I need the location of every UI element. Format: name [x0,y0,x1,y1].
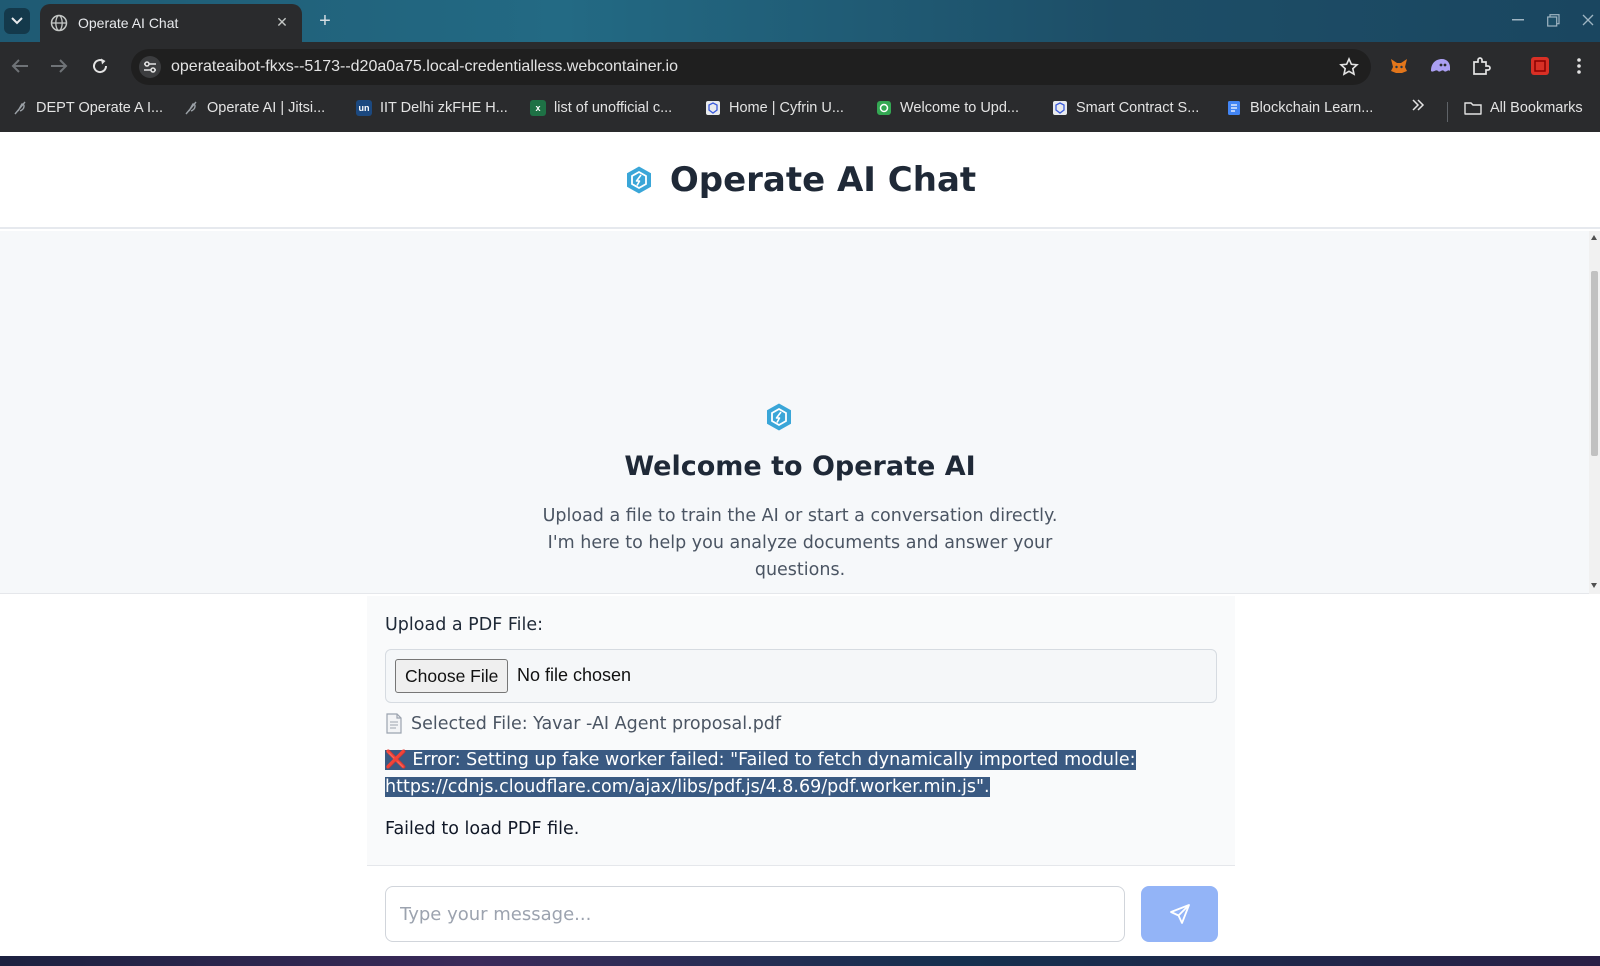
browser-tab-active[interactable]: Operate AI Chat ✕ [40,4,302,42]
bookmark-item[interactable]: Home | Cyfrin U... [705,100,844,116]
address-bar[interactable]: operateaibot-fkxs--5173--d20a0a75.local-… [131,49,1371,85]
bookmarks-divider [1447,102,1448,122]
app-header: Operate AI Chat [0,132,1600,229]
forward-arrow-icon[interactable] [47,54,71,78]
bookmark-label: IIT Delhi zkFHE H... [380,100,508,116]
bookmark-item[interactable]: un IIT Delhi zkFHE H... [356,100,508,116]
send-icon [1169,904,1190,924]
tab-title: Operate AI Chat [78,15,179,31]
bookmark-item[interactable]: Welcome to Upd... [876,100,1019,116]
back-arrow-icon[interactable] [8,54,32,78]
error-x-icon: ❌ [385,750,407,770]
bookmark-label: DEPT Operate A I... [36,100,164,116]
globe-icon [50,14,68,32]
bookmark-label: Smart Contract S... [1076,100,1200,116]
app-title: Operate AI Chat [669,159,977,200]
restore-icon[interactable] [1541,10,1565,30]
chevron-down-icon [11,17,23,25]
choose-file-button[interactable]: Choose File [395,659,509,693]
failed-load-text: Failed to load PDF file. [385,819,580,839]
bookmark-item[interactable]: x list of unofficial c... [530,100,672,116]
extensions-puzzle-icon[interactable] [1470,55,1492,77]
bookmark-item[interactable]: Operate AI | Jitsi... [183,100,325,116]
send-button[interactable] [1141,886,1218,942]
app-page: Operate AI Chat Welcome to Operate AI Up… [0,132,1600,956]
feather-icon [185,101,197,115]
bookmark-item[interactable]: Blockchain Learn... [1226,100,1373,116]
bookmark-label: Home | Cyfrin U... [729,100,844,116]
browser-toolbar: operateaibot-fkxs--5173--d20a0a75.local-… [0,42,1600,90]
bookmark-label: Operate AI | Jitsi... [207,100,326,116]
scroll-down-arrow-icon[interactable] [1591,583,1597,588]
feather-icon [14,101,26,115]
updraft-icon [877,101,891,115]
bookmark-label: list of unofficial c... [554,100,673,116]
minimize-icon[interactable] [1506,10,1530,30]
welcome-text: Upload a file to train the AI or start a… [542,506,1058,580]
cyfrin-icon [1053,101,1067,115]
metamask-icon[interactable] [1388,55,1410,77]
all-bookmarks-button[interactable]: All Bookmarks [1464,100,1583,116]
new-tab-button[interactable]: + [312,8,338,34]
chat-scrollbar[interactable] [1589,231,1600,594]
pdf-extension-icon[interactable] [1529,55,1551,77]
desktop-taskbar [0,956,1600,966]
bookmark-label: Welcome to Upd... [900,100,1020,116]
scroll-up-arrow-icon[interactable] [1591,235,1597,240]
chat-messages-area: Welcome to Operate AI Upload a file to t… [0,231,1600,594]
scrollbar-thumb[interactable] [1591,271,1598,456]
all-bookmarks-label: All Bookmarks [1490,100,1583,116]
error-message: ❌ Error: Setting up fake worker failed: … [385,747,1145,801]
operate-ai-logo-icon [767,403,791,431]
more-menu-icon[interactable] [1568,55,1590,77]
message-input[interactable] [385,886,1125,942]
message-input-row [367,865,1235,956]
docs-icon [1228,101,1240,115]
error-text: Error: Setting up fake worker failed: "F… [385,750,1136,797]
bookmark-label: Blockchain Learn... [1250,100,1374,116]
ghost-extension-icon[interactable] [1429,55,1451,77]
no-file-text: No file chosen [517,665,632,685]
cyfrin-icon [706,101,720,115]
tab-search-button[interactable] [4,8,30,34]
welcome-title: Welcome to Operate AI [624,451,976,482]
upload-panel: Upload a PDF File: Choose File No file c… [367,596,1235,865]
bookmarks-bar: DEPT Operate A I... Operate AI | Jitsi..… [0,90,1600,132]
bookmark-star-icon[interactable] [1339,57,1359,77]
selected-file-text: Selected File: Yavar -AI Agent proposal.… [411,713,782,734]
more-bookmarks-chevron-icon[interactable] [1411,99,1425,111]
bookmark-item[interactable]: DEPT Operate A I... [12,100,163,116]
close-tab-icon[interactable]: ✕ [272,13,292,33]
file-input[interactable]: Choose File No file chosen [385,649,1217,703]
browser-tab-strip: Operate AI Chat ✕ + [0,0,1600,42]
operate-ai-logo-icon [626,166,651,193]
folder-icon [1464,102,1482,115]
document-icon [386,713,402,734]
bookmark-item[interactable]: Smart Contract S... [1052,100,1199,116]
url-text[interactable]: operateaibot-fkxs--5173--d20a0a75.local-… [171,58,678,76]
upload-label: Upload a PDF File: [385,615,544,635]
site-info-icon[interactable] [139,56,161,78]
reload-icon[interactable] [88,54,112,78]
selected-file-info: Selected File: Yavar -AI Agent proposal.… [385,713,781,734]
close-window-icon[interactable] [1576,10,1600,30]
excel-icon: x [530,100,546,116]
unstop-icon: un [356,100,372,116]
